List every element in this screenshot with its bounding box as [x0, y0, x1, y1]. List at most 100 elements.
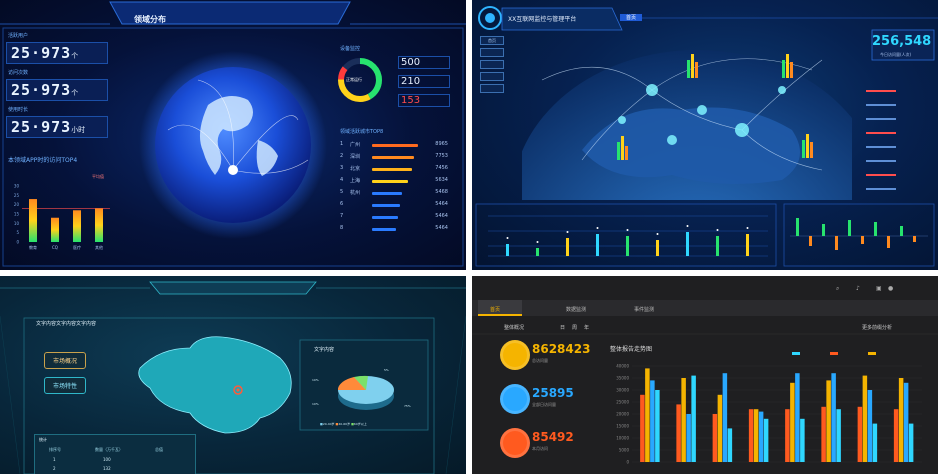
event-list-row[interactable] [866, 116, 930, 121]
pie-pct-2: 5% [384, 368, 389, 372]
gauge-center-label: 正常运行 [346, 77, 362, 82]
event-list-row[interactable] [866, 172, 930, 177]
bar [717, 394, 723, 462]
bar [686, 414, 691, 462]
event-list-row[interactable] [866, 186, 930, 191]
nav-event-monitor[interactable]: 事件监测 [634, 306, 654, 313]
bar [763, 418, 769, 462]
china-map [138, 336, 292, 434]
table-header: 排序号 [49, 447, 61, 452]
sidebar-item-2[interactable] [480, 48, 504, 57]
y-tick-label: 10 [14, 221, 20, 226]
y-tick-label: 30 [14, 184, 20, 189]
stat-label-1: 总访问量 [532, 358, 548, 363]
counter-usage-time: 25·973小时 [6, 116, 108, 138]
bar [656, 240, 659, 256]
platform-title: XX互联网监控与管理平台 [508, 16, 577, 23]
rank-bar [372, 216, 398, 219]
filter-day[interactable]: 日 [560, 324, 565, 331]
label-usage-time: 使用时长 [8, 107, 29, 113]
bar [800, 418, 805, 462]
filter-year[interactable]: 年 [584, 324, 589, 331]
bar [831, 373, 836, 462]
total-visit-icon [500, 340, 530, 370]
tab-domain-distribution[interactable]: 领域分布 [134, 14, 166, 25]
bar [681, 378, 686, 462]
bar [716, 236, 719, 256]
bar [748, 409, 754, 462]
rank-row: 8 5464 [340, 224, 448, 234]
table-cell: 1 [53, 457, 56, 462]
rank-bar [372, 228, 396, 231]
x-tick-label: 教育 [29, 244, 37, 250]
filter-select[interactable]: 整体概况 [504, 324, 524, 331]
bar [872, 423, 878, 462]
rank-value: 8965 [435, 141, 448, 147]
event-list-row[interactable] [866, 144, 930, 149]
big-visit-number: 256,548 [872, 34, 932, 49]
nav-home[interactable]: 首页 [490, 306, 500, 313]
bar [655, 390, 660, 462]
bar [758, 411, 764, 462]
cart-icon[interactable]: ▣ [876, 285, 882, 292]
bar [95, 208, 103, 242]
event-list-row[interactable] [866, 158, 930, 163]
sidebar-item-1[interactable]: 首页 [480, 36, 504, 45]
point [716, 229, 719, 231]
panel3-title: 文字内容文字内容文字内容 [36, 321, 97, 327]
rank-value: 5464 [435, 225, 448, 231]
table-cell: 132 [103, 466, 111, 471]
pie-legend: ■20-40岁 ■40-60岁 ■60岁以上 [320, 422, 367, 426]
bar [596, 234, 599, 256]
bar [506, 244, 509, 256]
event-list-row[interactable] [866, 130, 930, 135]
stat-value-3: 85492 [532, 430, 574, 444]
sidebar-item-4[interactable] [480, 72, 504, 81]
nav-home[interactable]: 首页 [620, 14, 643, 21]
rank-title: 领域活跃城市TOP8 [340, 129, 384, 135]
bar [712, 414, 718, 462]
bell-icon[interactable]: ♪ [856, 285, 860, 292]
bar [650, 380, 655, 462]
y-tick-label: 15000 [616, 424, 629, 429]
bar [727, 428, 733, 462]
trend-grouped-bar-chart: 40000 35000 30000 25000 20000 15000 10000 5000 0 [616, 352, 922, 465]
counter-visits: 25·973个 [6, 79, 108, 101]
bar [903, 382, 909, 462]
rank-number: 2 [340, 153, 344, 159]
table-title: 统计 [39, 437, 47, 442]
point [746, 227, 749, 229]
rank-value: 5464 [435, 201, 448, 207]
bar [867, 390, 873, 462]
x-tick-label: 其他 [95, 244, 103, 250]
pie-pct-1: 10% [312, 378, 319, 382]
sidebar-item-3[interactable] [480, 60, 504, 69]
sidebar-item-5[interactable] [480, 84, 504, 93]
user-icon[interactable]: ● [888, 285, 893, 292]
rank-number: 1 [340, 141, 344, 147]
more-analysis-link[interactable]: 更多前缀分析 [862, 324, 892, 331]
counter-value: 25·973 [11, 118, 72, 136]
point [656, 233, 659, 235]
bar [900, 226, 903, 236]
bar [640, 394, 645, 462]
event-list-row[interactable] [866, 88, 930, 93]
event-list-row[interactable] [866, 102, 930, 107]
stat-value-2: 25895 [532, 386, 574, 400]
rank-number: 4 [340, 177, 344, 183]
rank-row: 7 5464 [340, 212, 448, 222]
market-feature-button[interactable]: 市场特性 [44, 377, 87, 394]
bar [626, 236, 629, 256]
search-icon[interactable]: ⌕ [836, 285, 839, 293]
nav-data-monitor[interactable]: 数据监测 [566, 306, 586, 313]
bar [908, 423, 914, 462]
stat-label-3: 本月访问 [532, 446, 548, 451]
point [506, 237, 509, 239]
filter-week[interactable]: 周 [572, 324, 577, 331]
y-tick-label: 25 [14, 193, 20, 198]
market-overview-button[interactable]: 市场概况 [44, 352, 87, 369]
legend-item: 40-60岁 [338, 422, 351, 426]
device-value-1: 500 [398, 56, 450, 69]
rank-bar [372, 144, 418, 147]
y-tick-label: 40000 [616, 364, 629, 369]
